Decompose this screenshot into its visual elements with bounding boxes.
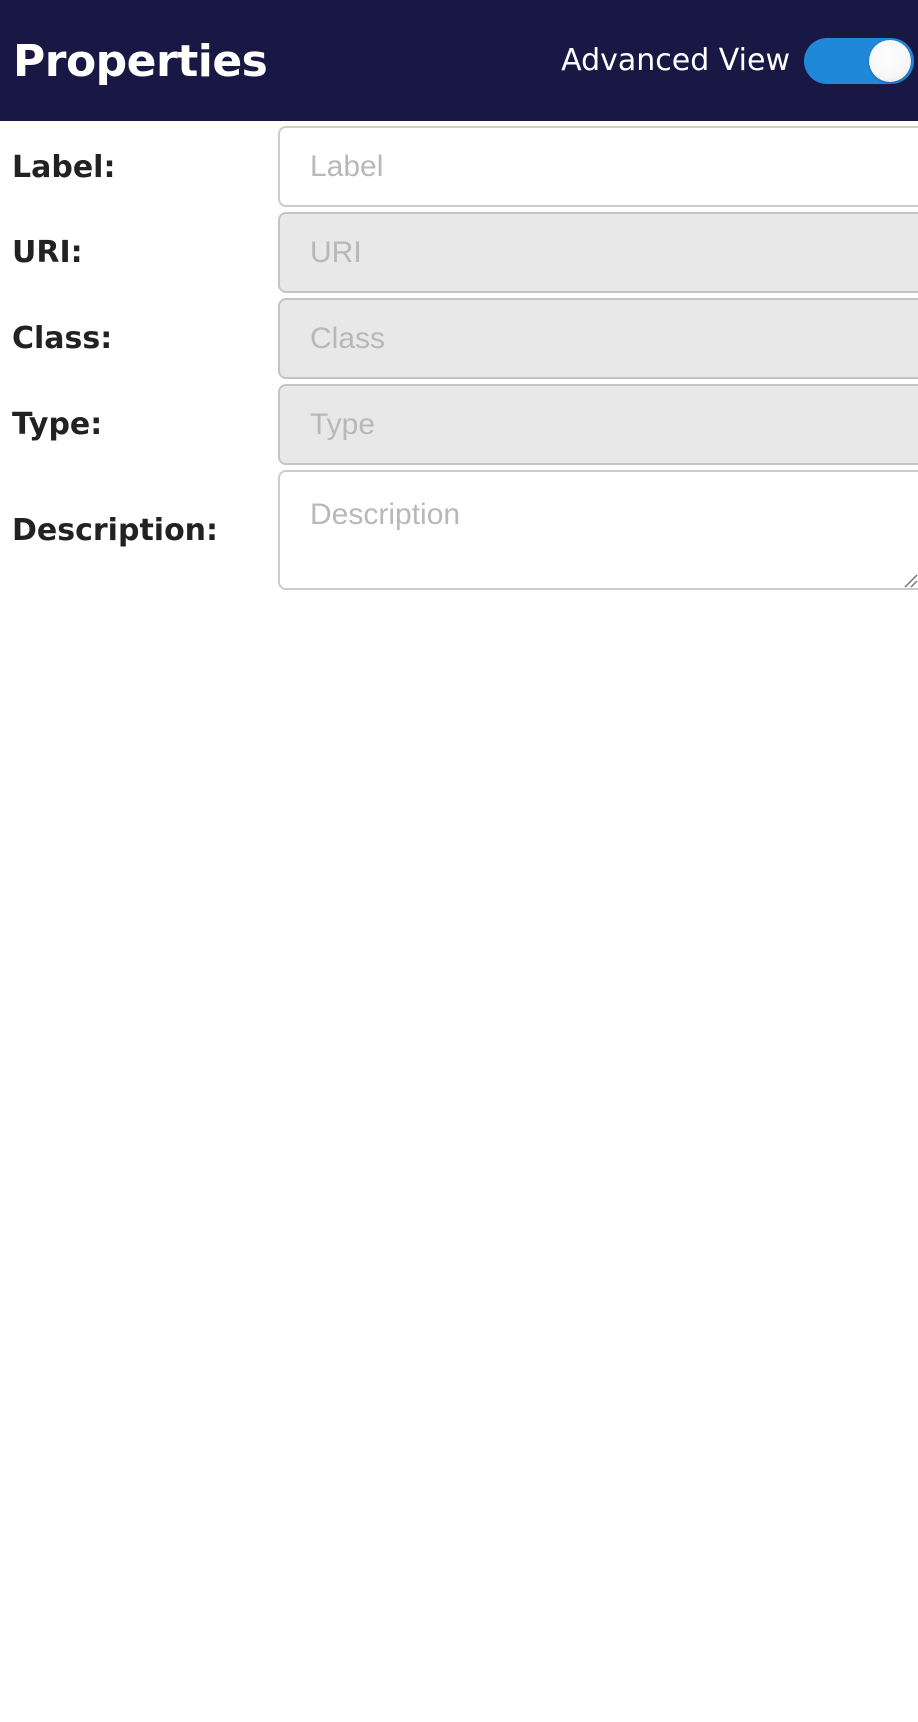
advanced-view-label: Advanced View	[561, 43, 790, 78]
label-input[interactable]	[278, 126, 918, 207]
uri-field-label: URI:	[12, 235, 83, 270]
description-textarea[interactable]	[278, 470, 918, 590]
label-field-label: Label:	[12, 150, 116, 185]
uri-input[interactable]	[278, 212, 918, 293]
class-field-label: Class:	[12, 321, 113, 356]
advanced-view-toggle[interactable]	[804, 38, 914, 84]
properties-header: Properties Advanced View	[0, 0, 918, 121]
description-field-label: Description:	[12, 513, 219, 548]
type-field-label: Type:	[12, 407, 103, 442]
class-input[interactable]	[278, 298, 918, 379]
resize-handle-icon[interactable]	[904, 574, 918, 588]
toggle-knob[interactable]	[869, 40, 911, 82]
type-input[interactable]	[278, 384, 918, 465]
page-title: Properties	[13, 36, 268, 87]
